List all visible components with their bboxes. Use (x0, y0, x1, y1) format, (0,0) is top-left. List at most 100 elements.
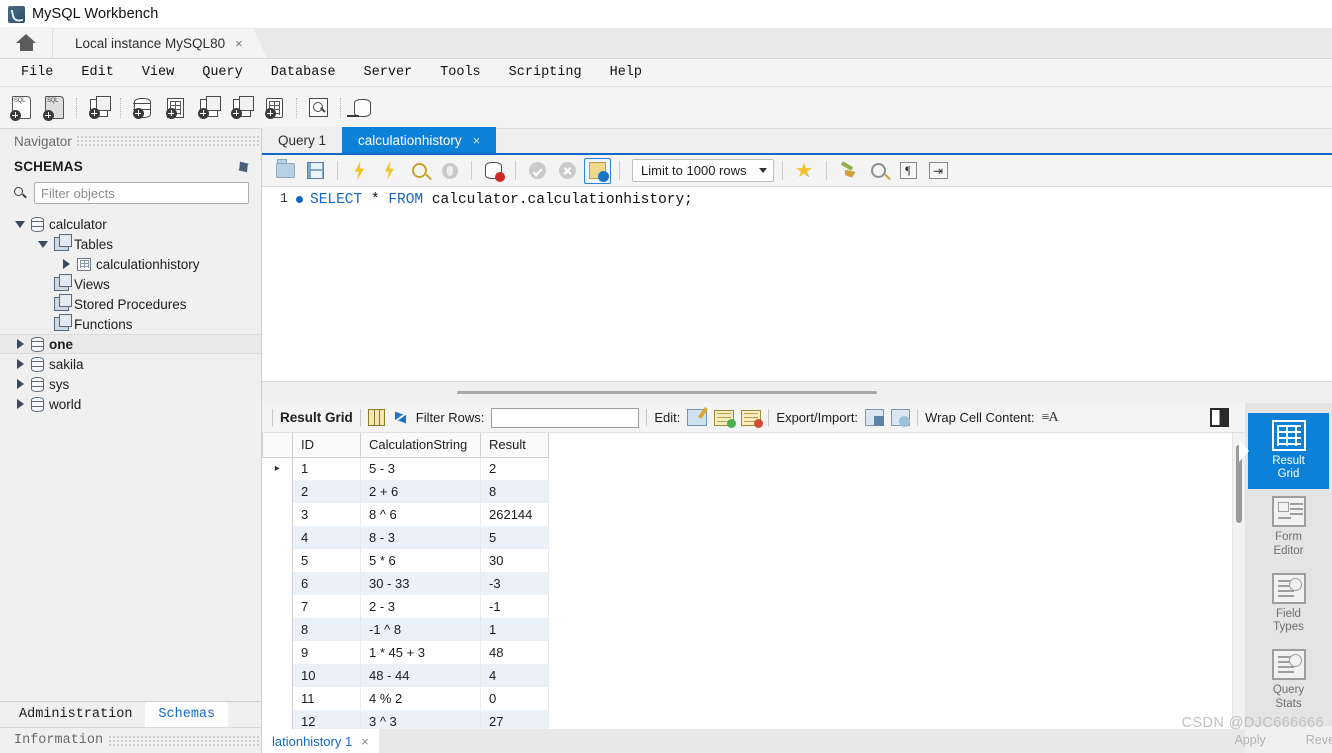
cell-result[interactable]: 0 (481, 687, 549, 710)
row-marker[interactable] (263, 710, 293, 729)
cell-calculationstring[interactable]: 4 % 2 (361, 687, 481, 710)
execute-current-statement-icon[interactable] (376, 158, 403, 184)
close-icon[interactable]: × (361, 734, 369, 749)
chevron-right-icon[interactable] (14, 379, 26, 389)
cell-id[interactable]: 5 (293, 549, 361, 572)
tab-administration[interactable]: Administration (6, 702, 145, 727)
tree-item-sys[interactable]: sys (0, 374, 261, 394)
side-panel-field-types[interactable]: Field Types (1248, 566, 1329, 642)
export-recordset-icon[interactable] (865, 409, 884, 426)
close-icon[interactable]: × (473, 133, 481, 148)
cell-result[interactable]: 262144 (481, 503, 549, 526)
cell-result[interactable]: 4 (481, 664, 549, 687)
tree-item-functions[interactable]: Functions (0, 314, 261, 334)
import-recordset-icon[interactable] (891, 409, 910, 426)
menu-tools[interactable]: Tools (426, 59, 495, 87)
cell-result[interactable]: -3 (481, 572, 549, 595)
menu-query[interactable]: Query (188, 59, 257, 87)
cell-id[interactable]: 8 (293, 618, 361, 641)
cell-result[interactable]: 30 (481, 549, 549, 572)
tab-schemas[interactable]: Schemas (145, 702, 228, 727)
chevron-down-icon[interactable] (14, 221, 26, 228)
side-panel-query-stats[interactable]: Query Stats (1248, 642, 1329, 718)
cell-id[interactable]: 12 (293, 710, 361, 729)
row-marker[interactable] (263, 641, 293, 664)
chevron-right-icon[interactable] (14, 359, 26, 369)
chevron-right-icon[interactable] (14, 399, 26, 409)
tree-item-stored-procedures[interactable]: Stored Procedures (0, 294, 261, 314)
server-status-icon[interactable] (83, 92, 114, 123)
row-marker[interactable] (263, 480, 293, 503)
row-marker[interactable] (263, 572, 293, 595)
find-icon[interactable] (865, 158, 892, 184)
tab-calculationhistory[interactable]: calculationhistory × (342, 127, 496, 153)
revert-button[interactable]: Revert (1306, 733, 1332, 747)
row-marker[interactable] (263, 664, 293, 687)
instance-tab[interactable]: Local instance MySQL80 × (53, 29, 267, 58)
execute-statement-icon[interactable] (346, 158, 373, 184)
cell-calculationstring[interactable]: 5 - 3 (361, 457, 481, 480)
new-sql-tab-icon[interactable] (6, 92, 37, 123)
open-file-icon[interactable] (272, 158, 299, 184)
close-icon[interactable]: × (235, 36, 243, 51)
table-row[interactable]: 10 48 - 44 4 (263, 664, 549, 687)
row-marker[interactable] (263, 618, 293, 641)
rollback-icon[interactable] (554, 158, 581, 184)
tree-item-tables[interactable]: Tables (0, 234, 261, 254)
edit-cell-icon[interactable] (687, 409, 707, 426)
cell-result[interactable]: -1 (481, 595, 549, 618)
row-marker[interactable] (263, 687, 293, 710)
cell-result[interactable]: 2 (481, 457, 549, 480)
insert-row-icon[interactable] (714, 410, 734, 426)
cell-calculationstring[interactable]: 2 + 6 (361, 480, 481, 503)
menu-scripting[interactable]: Scripting (495, 59, 596, 87)
new-schema-icon[interactable] (127, 92, 158, 123)
cell-id[interactable]: 10 (293, 664, 361, 687)
open-sql-script-icon[interactable] (39, 92, 70, 123)
row-marker[interactable]: ▸ (263, 457, 293, 480)
tree-item-sakila[interactable]: sakila (0, 354, 261, 374)
menu-server[interactable]: Server (350, 59, 427, 87)
column-header-id[interactable]: ID (293, 433, 361, 457)
menu-edit[interactable]: Edit (67, 59, 127, 87)
refresh-icon[interactable] (236, 160, 251, 174)
editor-results-splitter[interactable] (262, 381, 1332, 403)
menu-database[interactable]: Database (257, 59, 350, 87)
chevron-down-icon[interactable] (37, 241, 49, 248)
table-row[interactable]: 4 8 - 3 5 (263, 526, 549, 549)
tree-item-calculator[interactable]: calculator (0, 214, 261, 234)
cell-result[interactable]: 8 (481, 480, 549, 503)
table-row[interactable]: 6 30 - 33 -3 (263, 572, 549, 595)
save-file-icon[interactable] (302, 158, 329, 184)
cell-calculationstring[interactable]: 30 - 33 (361, 572, 481, 595)
reconnect-server-icon[interactable] (347, 92, 378, 123)
tree-item-world[interactable]: world (0, 394, 261, 414)
cell-id[interactable]: 7 (293, 595, 361, 618)
new-view-icon[interactable] (193, 92, 224, 123)
menu-view[interactable]: View (128, 59, 188, 87)
cell-id[interactable]: 2 (293, 480, 361, 503)
sql-editor[interactable]: 1 SELECT * FROM calculator.calculationhi… (262, 187, 1332, 381)
cell-calculationstring[interactable]: -1 ^ 8 (361, 618, 481, 641)
search-data-icon[interactable] (303, 92, 334, 123)
table-row[interactable]: 9 1 * 45 + 3 48 (263, 641, 549, 664)
grid-vertical-scrollbar[interactable] (1232, 433, 1245, 729)
row-marker[interactable] (263, 526, 293, 549)
cell-calculationstring[interactable]: 1 * 45 + 3 (361, 641, 481, 664)
explain-query-icon[interactable] (406, 158, 433, 184)
delete-row-icon[interactable] (741, 410, 761, 426)
table-row[interactable]: ▸ 1 5 - 3 2 (263, 457, 549, 480)
refresh-grid-icon[interactable] (392, 410, 409, 425)
filter-objects-input[interactable] (34, 182, 249, 204)
new-stored-procedure-icon[interactable] (226, 92, 257, 123)
cell-id[interactable]: 1 (293, 457, 361, 480)
table-row[interactable]: 8 -1 ^ 8 1 (263, 618, 549, 641)
column-header-calculationstring[interactable]: CalculationString (361, 433, 481, 457)
table-row[interactable]: 7 2 - 3 -1 (263, 595, 549, 618)
result-set-tab[interactable]: lationhistory 1 × (262, 729, 379, 753)
home-tab[interactable] (0, 27, 53, 58)
menu-file[interactable]: File (7, 59, 67, 87)
grid-view-icon[interactable] (368, 409, 385, 426)
splitter-grip[interactable] (457, 391, 877, 394)
apply-button[interactable]: Apply (1234, 733, 1265, 747)
